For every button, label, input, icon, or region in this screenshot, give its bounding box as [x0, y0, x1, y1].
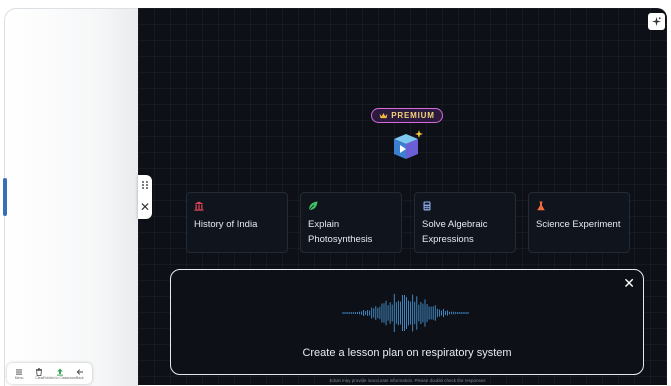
suggestion-card-photosynthesis[interactable]: Explain Photosynthesis	[300, 192, 402, 253]
suggestion-card-science[interactable]: Science Experiment	[528, 192, 630, 253]
suggestion-label: Science Experiment	[536, 219, 621, 230]
suggestion-label-line1: Solve Algebraic	[422, 219, 488, 230]
right-border	[667, 8, 671, 385]
premium-badge[interactable]: PREMIUM	[371, 108, 443, 123]
suggestion-label-line2: Expressions	[422, 234, 474, 245]
calculator-icon	[423, 201, 431, 211]
publish-button[interactable]: Publish to Classroom	[43, 368, 76, 380]
temple-icon	[194, 201, 204, 211]
crown-icon	[379, 112, 388, 119]
close-panel-button[interactable]: ✕	[140, 201, 150, 213]
audio-waveform-icon	[342, 293, 469, 333]
suggestion-label-line1: Explain	[308, 219, 340, 230]
disclaimer-text: Eduki may provide inaccurate information…	[329, 378, 486, 383]
trash-icon	[36, 367, 43, 376]
app-window: ✕ PREMIUM History of India Explain Photo…	[0, 0, 671, 386]
premium-label: PREMIUM	[391, 111, 435, 120]
cube-sparkle-logo	[394, 130, 423, 159]
suggestion-card-history[interactable]: History of India	[186, 192, 288, 253]
panel-splitter[interactable]: ✕	[138, 175, 152, 219]
leaf-icon	[308, 201, 318, 211]
menu-icon	[16, 369, 23, 375]
voice-input-panel: ✕ Create a lesson plan on respiratory sy…	[170, 269, 644, 375]
suggestion-card-algebra[interactable]: Solve Algebraic Expressions	[414, 192, 516, 253]
voice-transcript: Create a lesson plan on respiratory syst…	[302, 347, 512, 359]
bottom-toolbar: Menu Clear Publish to Classroom Back	[7, 363, 92, 384]
menu-button[interactable]: Menu	[10, 368, 28, 380]
suggestion-label-line2: Photosynthesis	[308, 234, 373, 245]
theme-toggle-button[interactable]	[648, 13, 665, 30]
suggestion-label: History of India	[194, 219, 258, 230]
drag-handle-icon[interactable]	[142, 181, 148, 189]
panel-edge-indicator	[3, 178, 7, 216]
sparkle-icon	[651, 16, 662, 27]
whiteboard-panel[interactable]	[4, 8, 139, 386]
back-label: Back	[75, 375, 84, 380]
back-arrow-icon	[76, 368, 83, 375]
upload-icon	[56, 368, 63, 376]
menu-label: Menu	[14, 375, 24, 380]
back-button[interactable]: Back	[71, 368, 89, 380]
flask-icon	[537, 201, 545, 211]
close-voice-button[interactable]: ✕	[623, 276, 635, 290]
